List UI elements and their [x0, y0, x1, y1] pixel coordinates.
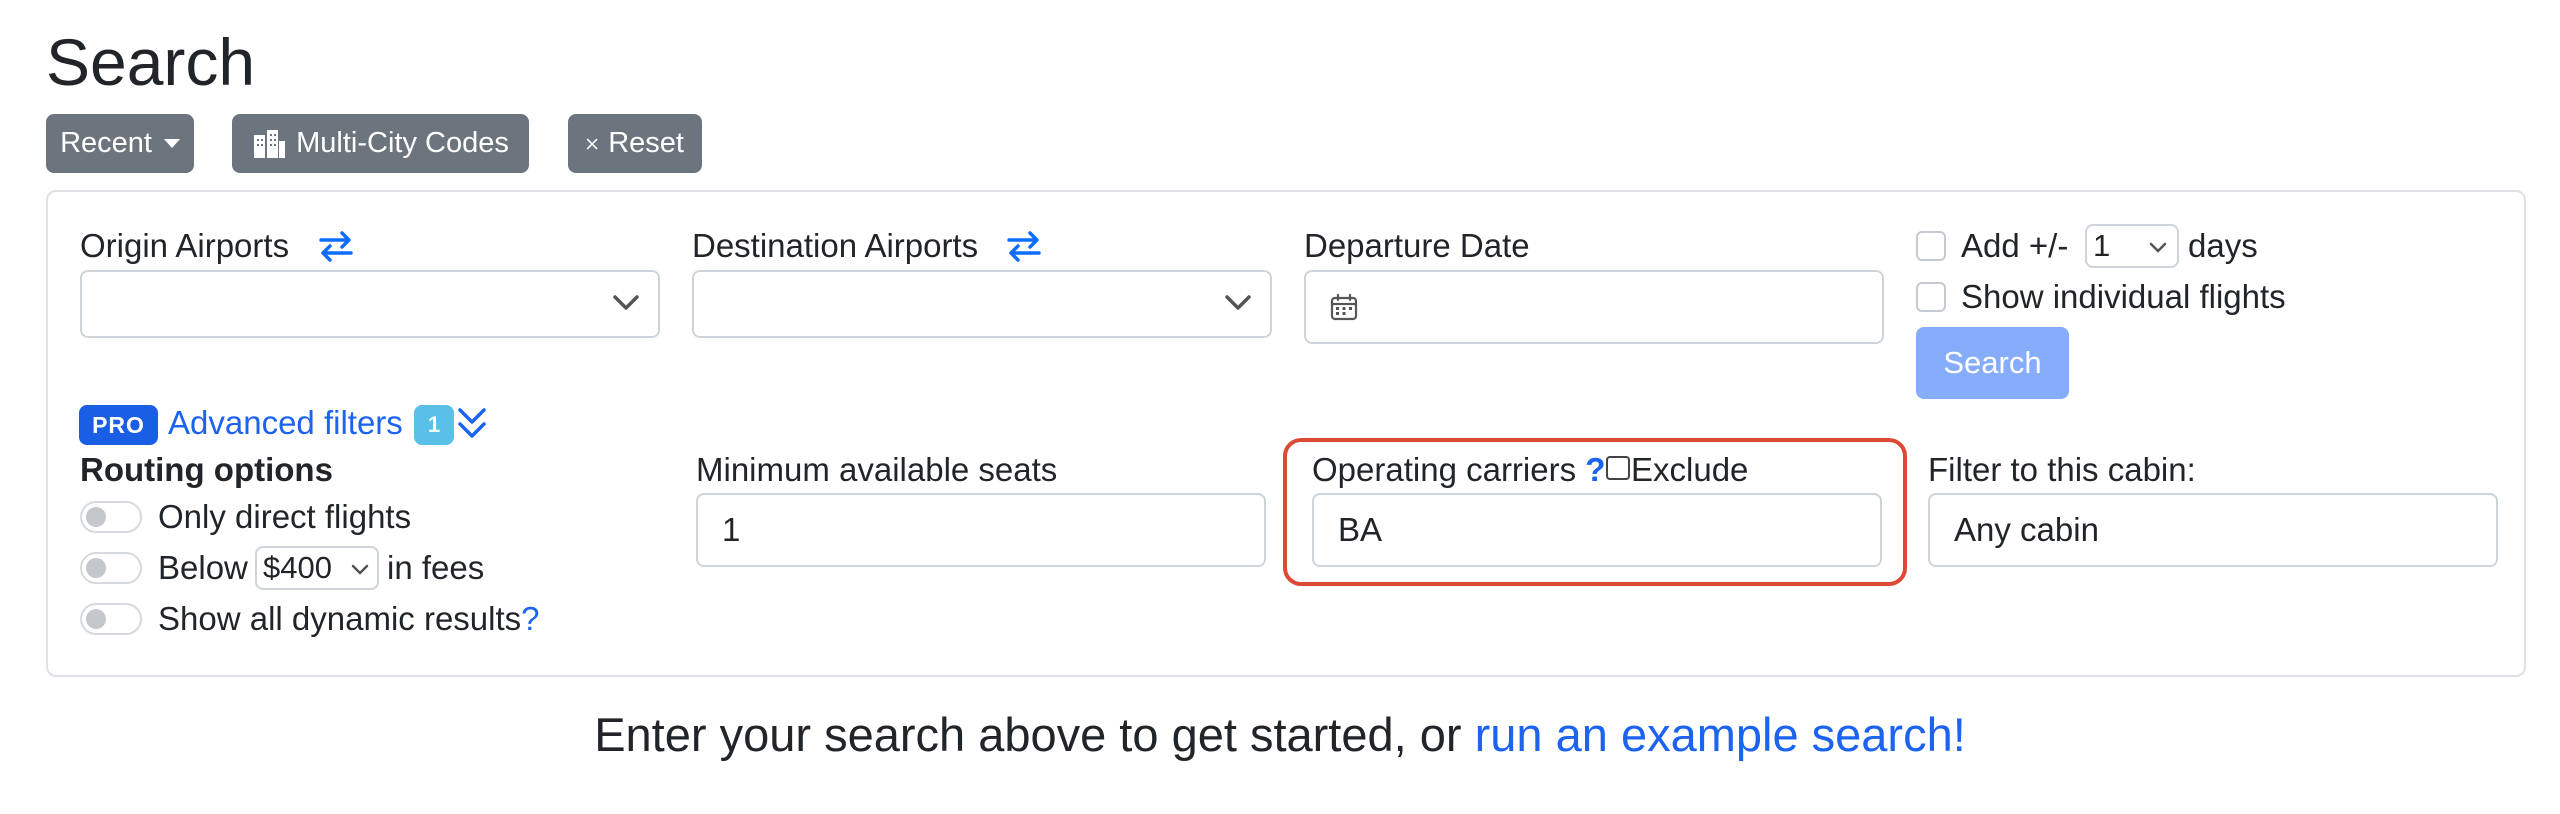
operating-carriers-help[interactable]: ?: [1585, 451, 1605, 488]
show-individual-flights-label: Show individual flights: [1961, 278, 2286, 315]
chevron-down-icon: [613, 295, 639, 310]
destination-airports-label: Destination Airports: [692, 227, 979, 264]
reset-button-label: Reset: [608, 127, 684, 159]
chevron-down-icon: [1225, 295, 1251, 310]
multi-city-codes-label: Multi-City Codes: [296, 127, 509, 159]
swap-arrows-icon[interactable]: [318, 230, 354, 262]
only-direct-flights-label: Only direct flights: [158, 498, 412, 535]
advanced-filters-link[interactable]: Advanced filters: [168, 402, 403, 444]
advanced-filters-count-badge: 1: [414, 405, 454, 445]
help-link[interactable]: ?: [521, 600, 539, 637]
exclude-label: Exclude: [1631, 451, 1749, 488]
add-days-suffix: days: [2188, 227, 2258, 264]
show-individual-flights-checkbox[interactable]: [1916, 282, 1946, 312]
min-seats-label: Minimum available seats: [696, 451, 1058, 488]
chevron-down-icon: [351, 564, 369, 575]
recent-button[interactable]: Recent: [46, 114, 194, 173]
buildings-icon: [254, 129, 286, 158]
show-dynamic-results-toggle[interactable]: [80, 603, 142, 635]
cabin-filter-value: Any cabin: [1954, 511, 2099, 548]
recent-button-label: Recent: [60, 127, 152, 159]
below-fees-toggle[interactable]: [80, 552, 142, 584]
search-button[interactable]: Search: [1916, 327, 2069, 399]
show-dynamic-results-label: Show all dynamic results?: [158, 599, 540, 639]
only-direct-flights-toggle[interactable]: [80, 501, 142, 533]
min-seats-value: 1: [722, 511, 741, 548]
add-days-prefix: Add +/-: [1961, 227, 2069, 264]
operating-carriers-input[interactable]: BA: [1312, 493, 1882, 567]
calendar-icon: [1330, 293, 1358, 321]
cabin-filter-select[interactable]: Any cabin: [1928, 493, 2498, 567]
example-search-link[interactable]: run an example search!: [1475, 708, 1966, 761]
show-dynamic-results-text: Show all dynamic results: [158, 600, 522, 637]
departure-date-label: Departure Date: [1304, 227, 1530, 264]
fees-amount-value: $400: [263, 550, 332, 585]
min-seats-input[interactable]: 1: [696, 493, 1266, 567]
destination-airports-select[interactable]: [692, 270, 1272, 338]
cabin-filter-label: Filter to this cabin:: [1928, 451, 2196, 488]
empty-state-prompt: Enter your search above to get started, …: [0, 705, 2560, 765]
caret-down-icon: [163, 139, 180, 148]
origin-airports-label: Origin Airports: [80, 227, 290, 264]
add-days-value: 1: [2093, 228, 2111, 263]
operating-carriers-label-group: Operating carriers ?: [1312, 450, 1605, 490]
double-chevron-down-icon[interactable]: [456, 406, 488, 442]
page-title: Search: [46, 25, 256, 99]
below-fees-prefix: Below: [158, 549, 248, 586]
operating-carriers-label: Operating carriers: [1312, 451, 1577, 488]
add-days-checkbox[interactable]: [1916, 231, 1946, 261]
fees-amount-select[interactable]: $400: [255, 546, 379, 590]
chevron-down-icon: [2149, 242, 2167, 253]
close-icon: [586, 138, 598, 149]
exclude-checkbox[interactable]: [1606, 456, 1630, 480]
multi-city-codes-button[interactable]: Multi-City Codes: [232, 114, 529, 173]
add-days-select[interactable]: 1: [2085, 224, 2179, 268]
reset-button[interactable]: Reset: [568, 114, 702, 173]
departure-date-input[interactable]: [1304, 270, 1884, 344]
swap-arrows-icon[interactable]: [1006, 230, 1042, 262]
operating-carriers-value: BA: [1338, 511, 1383, 548]
routing-options-heading: Routing options: [80, 451, 333, 488]
pro-badge: PRO: [79, 405, 158, 445]
empty-state-text: Enter your search above to get started, …: [594, 708, 1475, 761]
origin-airports-select[interactable]: [80, 270, 660, 338]
below-fees-suffix: in fees: [387, 549, 485, 586]
